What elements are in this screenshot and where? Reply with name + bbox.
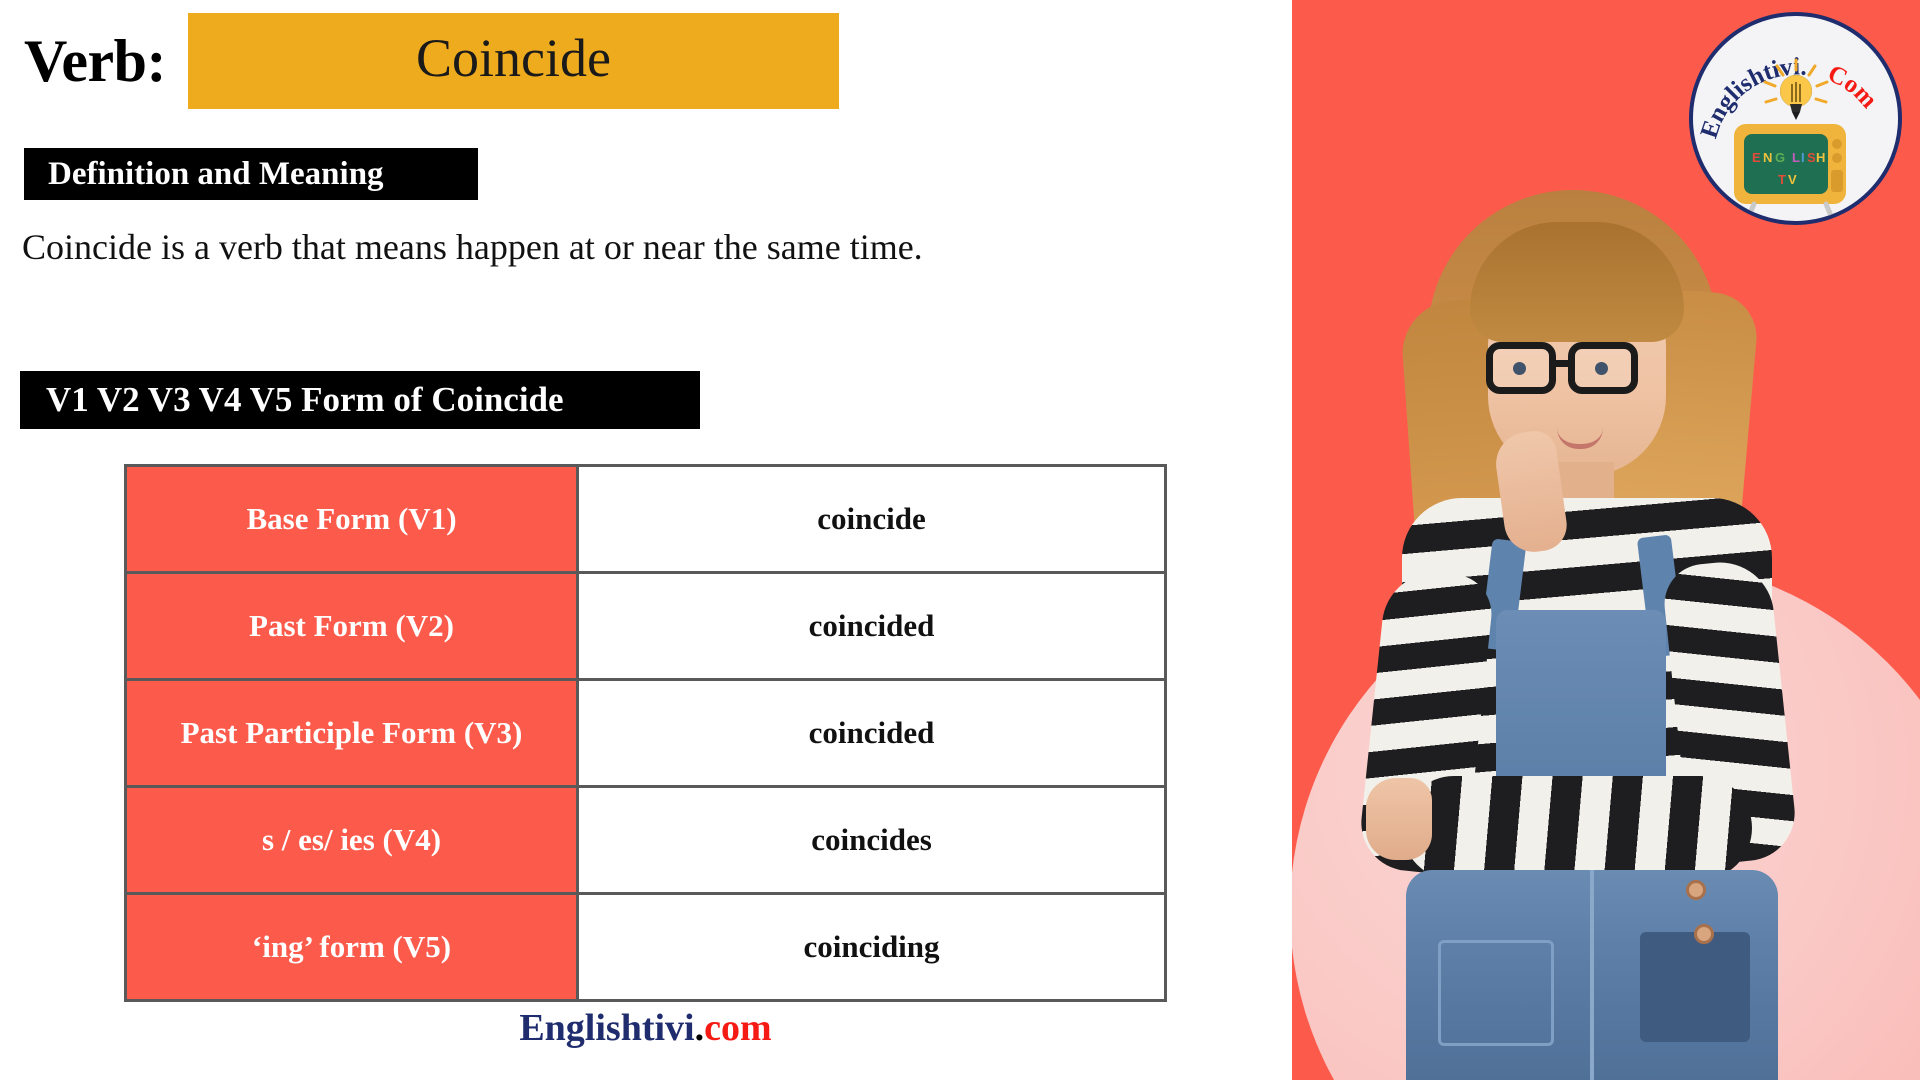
verb-word: Coincide — [415, 28, 611, 88]
table-row: Base Form (V1) coincide — [124, 464, 1167, 574]
overall-bib — [1496, 610, 1666, 790]
denim-button-lower — [1694, 924, 1714, 944]
englishtivi-logo-badge: Englishtivi. Com — [1689, 12, 1902, 225]
table-row: s / es/ ies (V4) coincides — [124, 785, 1167, 895]
svg-text:E: E — [1752, 150, 1761, 165]
svg-text:N: N — [1763, 150, 1772, 165]
definition-text: Coincide is a verb that means happen at … — [22, 227, 923, 267]
table-row: Past Form (V2) coincided — [124, 571, 1167, 681]
svg-text:V: V — [1788, 172, 1797, 187]
glasses-bridge — [1556, 360, 1570, 367]
lightbulb-icon — [1763, 58, 1828, 120]
form-value-cell: coincided — [576, 678, 1167, 788]
svg-text:L: L — [1792, 150, 1800, 165]
form-label-cell: Past Participle Form (V3) — [124, 678, 579, 788]
form-value-cell: coincide — [576, 464, 1167, 574]
verb-forms-table-body: Base Form (V1) coincide Past Form (V2) c… — [124, 464, 1167, 1002]
denim-pocket-left — [1438, 940, 1554, 1046]
tv-icon: E N G L I S H T V — [1733, 124, 1846, 220]
form-value-cell: coincides — [576, 785, 1167, 895]
form-label-cell: Past Form (V2) — [124, 571, 579, 681]
verb-forms-section-tag: V1 V2 V3 V4 V5 Form of Coincide — [20, 371, 700, 429]
form-label-cell: Base Form (V1) — [124, 464, 579, 574]
table-row: ‘ing’ form (V5) coinciding — [124, 892, 1167, 1002]
svg-text:S: S — [1807, 150, 1816, 165]
verb-forms-table: Base Form (V1) coincide Past Form (V2) c… — [124, 464, 1167, 1002]
verb-word-chip: Coincide — [187, 13, 839, 109]
footer-brand-dot: . — [694, 1007, 705, 1049]
site-footer-brand: Englishtivi.com — [124, 1006, 1167, 1050]
verb-header: Verb: Coincide — [24, 13, 839, 109]
denim-seam — [1590, 870, 1594, 1080]
svg-text:T: T — [1778, 172, 1786, 187]
form-value-cell: coinciding — [576, 892, 1167, 1002]
svg-text:H: H — [1816, 150, 1825, 165]
decorative-red-panel: Englishtivi. Com — [1292, 0, 1920, 1080]
form-value-cell: coincided — [576, 571, 1167, 681]
forearm-crossed — [1402, 776, 1752, 880]
eye-left — [1513, 362, 1526, 375]
svg-text:I: I — [1801, 150, 1805, 165]
form-label-cell: s / es/ ies (V4) — [124, 785, 579, 895]
table-row: Past Participle Form (V3) coincided — [124, 678, 1167, 788]
student-photo — [1310, 180, 1870, 1080]
verb-label: Verb: — [24, 28, 166, 94]
definition-section-tag: Definition and Meaning — [24, 148, 478, 200]
footer-brand-name: Englishtivi — [519, 1007, 695, 1049]
denim-button-upper — [1686, 880, 1706, 900]
content-pane: Verb: Coincide Definition and Meaning Co… — [0, 0, 1292, 1080]
footer-brand-tld: com — [704, 1007, 772, 1049]
eye-right — [1595, 362, 1608, 375]
hand-fist — [1366, 778, 1432, 860]
svg-text:G: G — [1775, 150, 1785, 165]
form-label-cell: ‘ing’ form (V5) — [124, 892, 579, 1002]
denim-pocket-right — [1640, 932, 1750, 1042]
